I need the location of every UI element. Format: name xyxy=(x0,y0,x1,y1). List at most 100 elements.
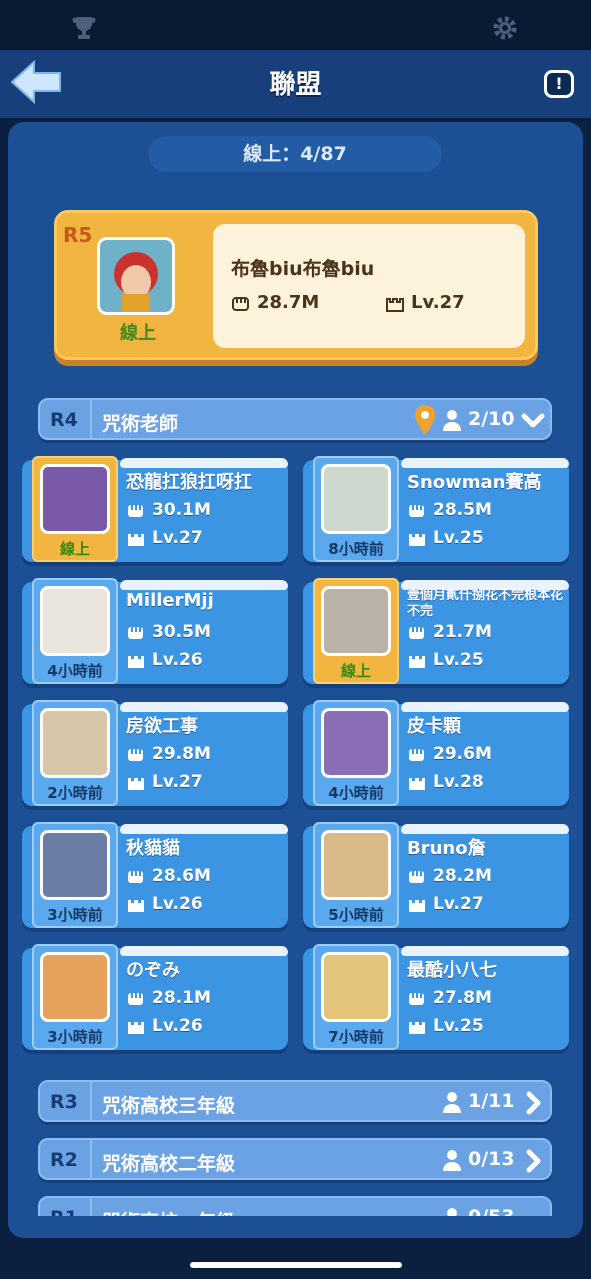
member-level-value: Lv.26 xyxy=(152,650,203,670)
rank-label: R4 xyxy=(50,409,78,431)
rank-label: R3 xyxy=(50,1091,78,1113)
user-icon xyxy=(443,1149,461,1171)
member-card[interactable]: 3小時前 秋貓貓 28.6M Lv.26 xyxy=(22,822,288,928)
avatar-frame: 4小時前 xyxy=(32,578,118,684)
member-avatar xyxy=(321,708,391,778)
member-level-value: Lv.27 xyxy=(152,772,203,792)
chevron-down-icon[interactable] xyxy=(520,408,546,434)
leader-level: Lv.27 xyxy=(385,292,465,313)
member-avatar xyxy=(321,952,391,1022)
fist-icon xyxy=(128,627,143,639)
castle-icon xyxy=(128,534,144,546)
member-card[interactable]: 5小時前 Bruno詹 28.2M Lv.27 xyxy=(303,822,569,928)
member-power-value: 30.5M xyxy=(152,622,211,642)
avatar-frame: 3小時前 xyxy=(32,944,118,1050)
member-status: 3小時前 xyxy=(47,1028,103,1046)
member-level: Lv.26 xyxy=(126,650,203,670)
member-count-value: 2/10 xyxy=(468,408,515,430)
member-level: Lv.27 xyxy=(126,528,203,548)
member-level: Lv.25 xyxy=(407,650,484,670)
member-name: MillerMjj xyxy=(126,590,214,611)
member-level: Lv.25 xyxy=(407,528,484,548)
user-icon xyxy=(443,1091,461,1113)
member-power: 29.6M xyxy=(407,744,492,764)
divider xyxy=(90,1140,92,1178)
fist-icon xyxy=(128,505,143,517)
member-avatar xyxy=(40,464,110,534)
leader-power-value: 28.7M xyxy=(257,292,320,313)
member-power-value: 28.6M xyxy=(152,866,211,886)
member-power-value: 28.5M xyxy=(433,500,492,520)
leader-status: 線上 xyxy=(120,323,156,344)
leader-info: 布魯biu布魯biu 28.7M Lv.27 xyxy=(213,224,525,348)
member-status: 4小時前 xyxy=(47,662,103,680)
member-level-value: Lv.26 xyxy=(152,894,203,914)
member-power: 21.7M xyxy=(407,622,492,642)
chevron-right-icon[interactable] xyxy=(520,1090,546,1116)
fist-icon xyxy=(128,993,143,1005)
member-power: 28.5M xyxy=(407,500,492,520)
scroll-mask xyxy=(8,1216,583,1238)
member-power-value: 29.6M xyxy=(433,744,492,764)
rank-bar-r3[interactable]: R3 咒術高校三年級 1/11 xyxy=(38,1080,552,1122)
fist-icon xyxy=(409,871,424,883)
top-bar xyxy=(0,0,591,50)
member-avatar xyxy=(321,464,391,534)
member-card[interactable]: 2小時前 房欲工事 29.8M Lv.27 xyxy=(22,700,288,806)
snow-trim xyxy=(120,702,288,712)
member-power: 28.2M xyxy=(407,866,492,886)
member-level-value: Lv.27 xyxy=(433,894,484,914)
divider xyxy=(90,400,92,438)
snow-trim xyxy=(120,580,288,590)
member-level-value: Lv.25 xyxy=(433,650,484,670)
member-level-value: Lv.27 xyxy=(152,528,203,548)
member-card[interactable]: 8小時前 Snowman賽高 28.5M Lv.25 xyxy=(303,456,569,562)
member-level: Lv.26 xyxy=(126,1016,203,1036)
snow-trim xyxy=(120,824,288,834)
member-card[interactable]: 7小時前 最酷小八七 27.8M Lv.25 xyxy=(303,944,569,1050)
leader-card[interactable]: R5 線上 布魯biu布魯biu 28.7M Lv.27 xyxy=(54,210,538,360)
member-power-value: 29.8M xyxy=(152,744,211,764)
page-title: 聯盟 xyxy=(269,70,322,100)
member-status: 4小時前 xyxy=(328,784,384,802)
gear-icon[interactable] xyxy=(491,14,519,42)
chevron-right-icon[interactable] xyxy=(520,1148,546,1174)
member-card[interactable]: 4小時前 皮卡顆 29.6M Lv.28 xyxy=(303,700,569,806)
member-card[interactable]: 4小時前 MillerMjj 30.5M Lv.26 xyxy=(22,578,288,684)
castle-icon xyxy=(386,298,404,312)
castle-icon xyxy=(409,534,425,546)
member-status: 2小時前 xyxy=(47,784,103,802)
member-name: 最酷小八七 xyxy=(407,960,497,981)
member-power: 27.8M xyxy=(407,988,492,1008)
leader-level-value: Lv.27 xyxy=(411,292,465,313)
rank-bar-r2[interactable]: R2 咒術高校二年級 0/13 xyxy=(38,1138,552,1180)
member-level-value: Lv.26 xyxy=(152,1016,203,1036)
fist-icon xyxy=(409,749,424,761)
location-pin-icon xyxy=(415,405,435,435)
trophy-icon[interactable] xyxy=(70,14,98,42)
header: 聯盟 ! xyxy=(0,50,591,118)
castle-icon xyxy=(409,778,425,790)
member-status: 7小時前 xyxy=(328,1028,384,1046)
fist-icon xyxy=(409,505,424,517)
member-card[interactable]: 線上 壹個月貳仟捌花不完根本花不完 21.7M Lv.25 xyxy=(303,578,569,684)
snow-trim xyxy=(401,458,569,468)
rank-title: 咒術高校二年級 xyxy=(102,1153,236,1175)
member-power: 28.6M xyxy=(126,866,211,886)
member-avatar xyxy=(321,830,391,900)
member-name: 恐龍扛狼扛呀扛 xyxy=(126,472,252,493)
member-power: 30.1M xyxy=(126,500,211,520)
info-button[interactable]: ! xyxy=(544,70,574,98)
avatar-frame: 8小時前 xyxy=(313,456,399,562)
member-card[interactable]: 3小時前 のぞみ 28.1M Lv.26 xyxy=(22,944,288,1050)
member-name: 壹個月貳仟捌花不完根本花不完 xyxy=(407,588,564,619)
castle-icon xyxy=(128,1022,144,1034)
member-power-value: 28.1M xyxy=(152,988,211,1008)
member-card[interactable]: 線上 恐龍扛狼扛呀扛 30.1M Lv.27 xyxy=(22,456,288,562)
fist-icon xyxy=(128,871,143,883)
avatar-frame: 2小時前 xyxy=(32,700,118,806)
home-indicator[interactable] xyxy=(190,1262,402,1268)
member-status: 線上 xyxy=(59,540,90,558)
rank-bar-r4[interactable]: R4 咒術老師 2/10 xyxy=(38,398,552,440)
member-status: 線上 xyxy=(340,662,371,680)
